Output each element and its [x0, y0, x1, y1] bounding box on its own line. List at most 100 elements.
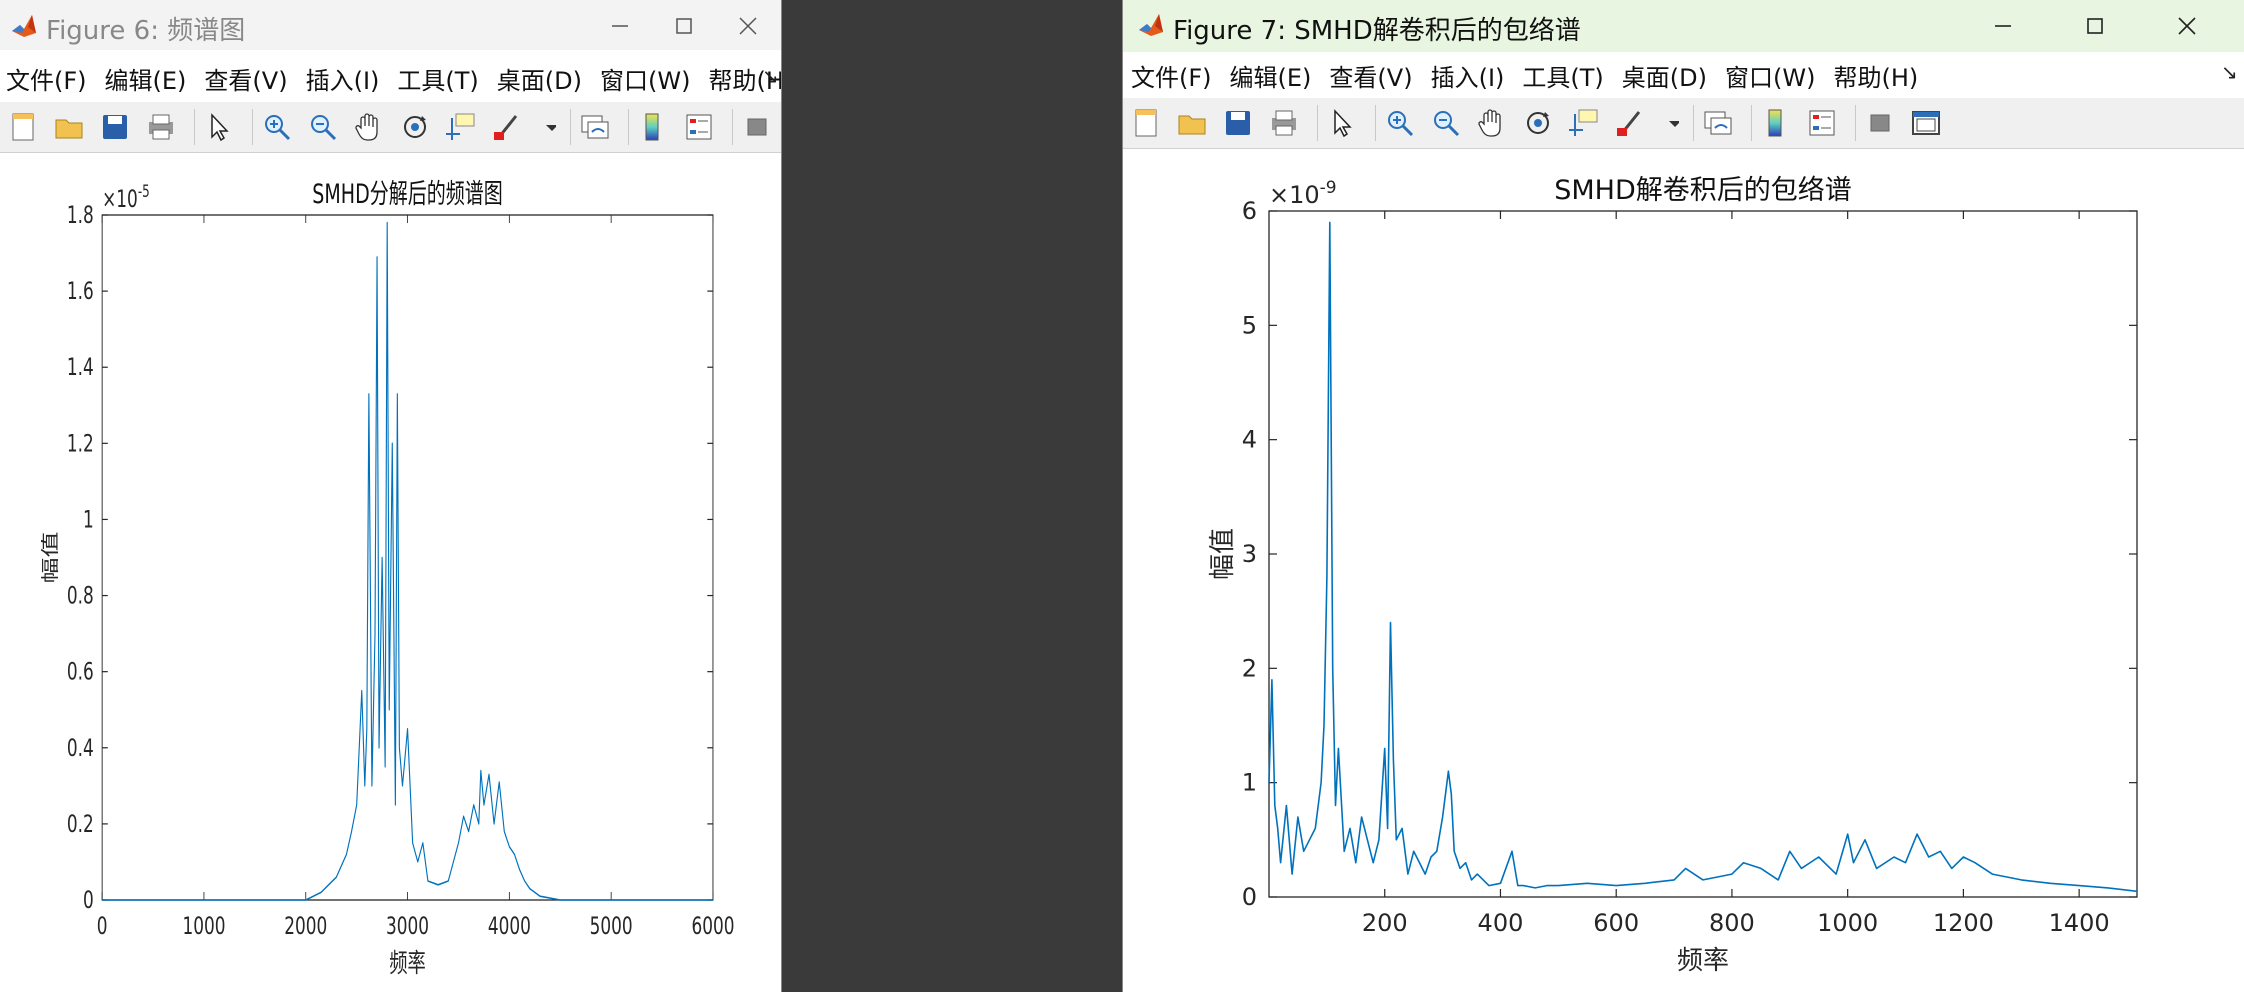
x-tick-label: 0 — [97, 912, 108, 940]
y-exponent-power: -9 — [1320, 178, 1337, 198]
menu-desktop[interactable]: 桌面(D) — [497, 61, 582, 96]
y-tick-label: 1 — [1242, 769, 1257, 797]
menu-insert[interactable]: 插入(I) — [306, 61, 380, 96]
data-cursor-button[interactable] — [444, 109, 480, 145]
rotate-3d-button[interactable] — [1521, 105, 1557, 141]
menu-edit[interactable]: 编辑(E) — [105, 61, 187, 96]
zoom-out-icon — [1434, 111, 1460, 137]
hide-plot-tools-button[interactable] — [740, 109, 776, 145]
hide-plot-tools-icon — [747, 118, 767, 136]
toolbar-separator — [1375, 105, 1376, 141]
colorbar-button[interactable] — [636, 109, 672, 145]
dock-figure-icon[interactable]: ↘ — [2221, 60, 2238, 84]
maximize-button[interactable] — [2065, 0, 2125, 52]
print-icon — [149, 114, 173, 140]
y-tick-label: 0.6 — [67, 658, 94, 686]
print-button[interactable] — [144, 109, 180, 145]
save-button[interactable] — [1221, 105, 1257, 141]
data-cursor-button[interactable] — [1567, 105, 1603, 141]
pan-hand-button[interactable] — [352, 109, 388, 145]
menu-tools[interactable]: 工具(T) — [397, 61, 478, 96]
zoom-out-button[interactable] — [306, 109, 342, 145]
menu-tools[interactable]: 工具(T) — [1522, 58, 1603, 93]
y-tick-label: 1.6 — [67, 277, 94, 305]
y-tick-label: 1.2 — [67, 429, 94, 457]
print-button[interactable] — [1267, 105, 1303, 141]
colorbar-button[interactable] — [1759, 105, 1795, 141]
minimize-button[interactable] — [590, 0, 650, 52]
brush-button[interactable] — [1613, 105, 1649, 141]
dropdown-arrow-button[interactable] — [536, 109, 556, 145]
save-icon — [1226, 111, 1250, 135]
menu-help[interactable]: 帮助(H) — [1833, 58, 1918, 93]
x-tick-label: 600 — [1593, 909, 1639, 937]
open-file-button[interactable] — [1175, 105, 1211, 141]
y-tick-label: 0.8 — [67, 582, 94, 610]
legend-icon — [686, 114, 712, 140]
hide-plot-tools-button[interactable] — [1863, 105, 1899, 141]
link-plot-button[interactable] — [1701, 105, 1737, 141]
open-file-button[interactable] — [52, 109, 88, 145]
x-tick-label: 1000 — [1817, 909, 1878, 937]
menu-view[interactable]: 查看(V) — [1329, 58, 1412, 93]
zoom-in-icon — [265, 115, 291, 141]
close-icon — [2178, 17, 2196, 35]
zoom-in-button[interactable] — [1383, 105, 1419, 141]
colorbar-icon — [1768, 109, 1782, 137]
rotate-3d-icon — [1527, 112, 1549, 134]
open-file-icon — [1178, 115, 1206, 135]
pan-hand-button[interactable] — [1475, 105, 1511, 141]
envelope-spectrum-plot[interactable]: 200 400 600 800 1000 1200 1400 0 1 2 3 4 5 6 SMHD解卷积后的… — [1123, 149, 2244, 992]
matlab-logo-icon — [1137, 10, 1165, 38]
close-button[interactable] — [2157, 0, 2217, 52]
link-plot-icon — [581, 115, 609, 139]
link-plot-button[interactable] — [578, 109, 614, 145]
axes-box — [101, 214, 714, 901]
menu-bar: 文件(F) 编辑(E) 查看(V) 插入(I) 工具(T) 桌面(D) 窗口(W… — [0, 58, 781, 98]
dock-figure-icon[interactable]: ↘ — [762, 64, 779, 88]
minimize-icon — [1995, 25, 2011, 27]
pointer-icon — [211, 113, 229, 142]
menu-desktop[interactable]: 桌面(D) — [1622, 58, 1707, 93]
new-figure-icon — [12, 113, 34, 141]
dropdown-arrow-button[interactable] — [1659, 105, 1679, 141]
menu-edit[interactable]: 编辑(E) — [1230, 58, 1312, 93]
figure-toolbar — [0, 102, 781, 153]
new-figure-button[interactable] — [6, 109, 42, 145]
menu-bar: 文件(F) 编辑(E) 查看(V) 插入(I) 工具(T) 桌面(D) 窗口(W… — [1123, 55, 2244, 95]
toolbar-separator — [1855, 105, 1856, 141]
y-tick-label: 5 — [1242, 311, 1257, 339]
legend-button[interactable] — [1805, 105, 1841, 141]
maximize-button[interactable] — [654, 0, 714, 52]
maximize-icon — [676, 18, 692, 34]
pointer-button[interactable] — [202, 109, 238, 145]
legend-button[interactable] — [682, 109, 718, 145]
close-button[interactable] — [718, 0, 778, 52]
menu-view[interactable]: 查看(V) — [204, 61, 287, 96]
menu-insert[interactable]: 插入(I) — [1431, 58, 1505, 93]
x-tick-label: 6000 — [691, 912, 734, 940]
menu-file[interactable]: 文件(F) — [6, 61, 87, 96]
y-tick-label: 1 — [83, 505, 94, 533]
brush-icon — [1617, 111, 1641, 136]
toolbar-separator — [628, 109, 629, 145]
brush-button[interactable] — [490, 109, 526, 145]
menu-window[interactable]: 窗口(W) — [1725, 58, 1815, 93]
save-button[interactable] — [98, 109, 134, 145]
figure-toolbar — [1123, 98, 2244, 149]
show-plot-tools-button[interactable] — [1909, 105, 1945, 141]
rotate-3d-button[interactable] — [398, 109, 434, 145]
open-file-icon — [55, 119, 83, 139]
brush-icon — [494, 115, 518, 140]
toolbar-separator — [252, 109, 253, 145]
pointer-button[interactable] — [1325, 105, 1361, 141]
zoom-out-button[interactable] — [1429, 105, 1465, 141]
spectrum-plot[interactable]: 0 1000 2000 3000 4000 5000 6000 0 0.2 0.4 0.6 0.8 1 1… — [0, 153, 782, 992]
x-tick-label: 5000 — [590, 912, 633, 940]
new-figure-button[interactable] — [1129, 105, 1165, 141]
zoom-in-button[interactable] — [260, 109, 296, 145]
x-tick-label: 4000 — [488, 912, 531, 940]
menu-window[interactable]: 窗口(W) — [600, 61, 690, 96]
minimize-button[interactable] — [1973, 0, 2033, 52]
menu-file[interactable]: 文件(F) — [1131, 58, 1212, 93]
